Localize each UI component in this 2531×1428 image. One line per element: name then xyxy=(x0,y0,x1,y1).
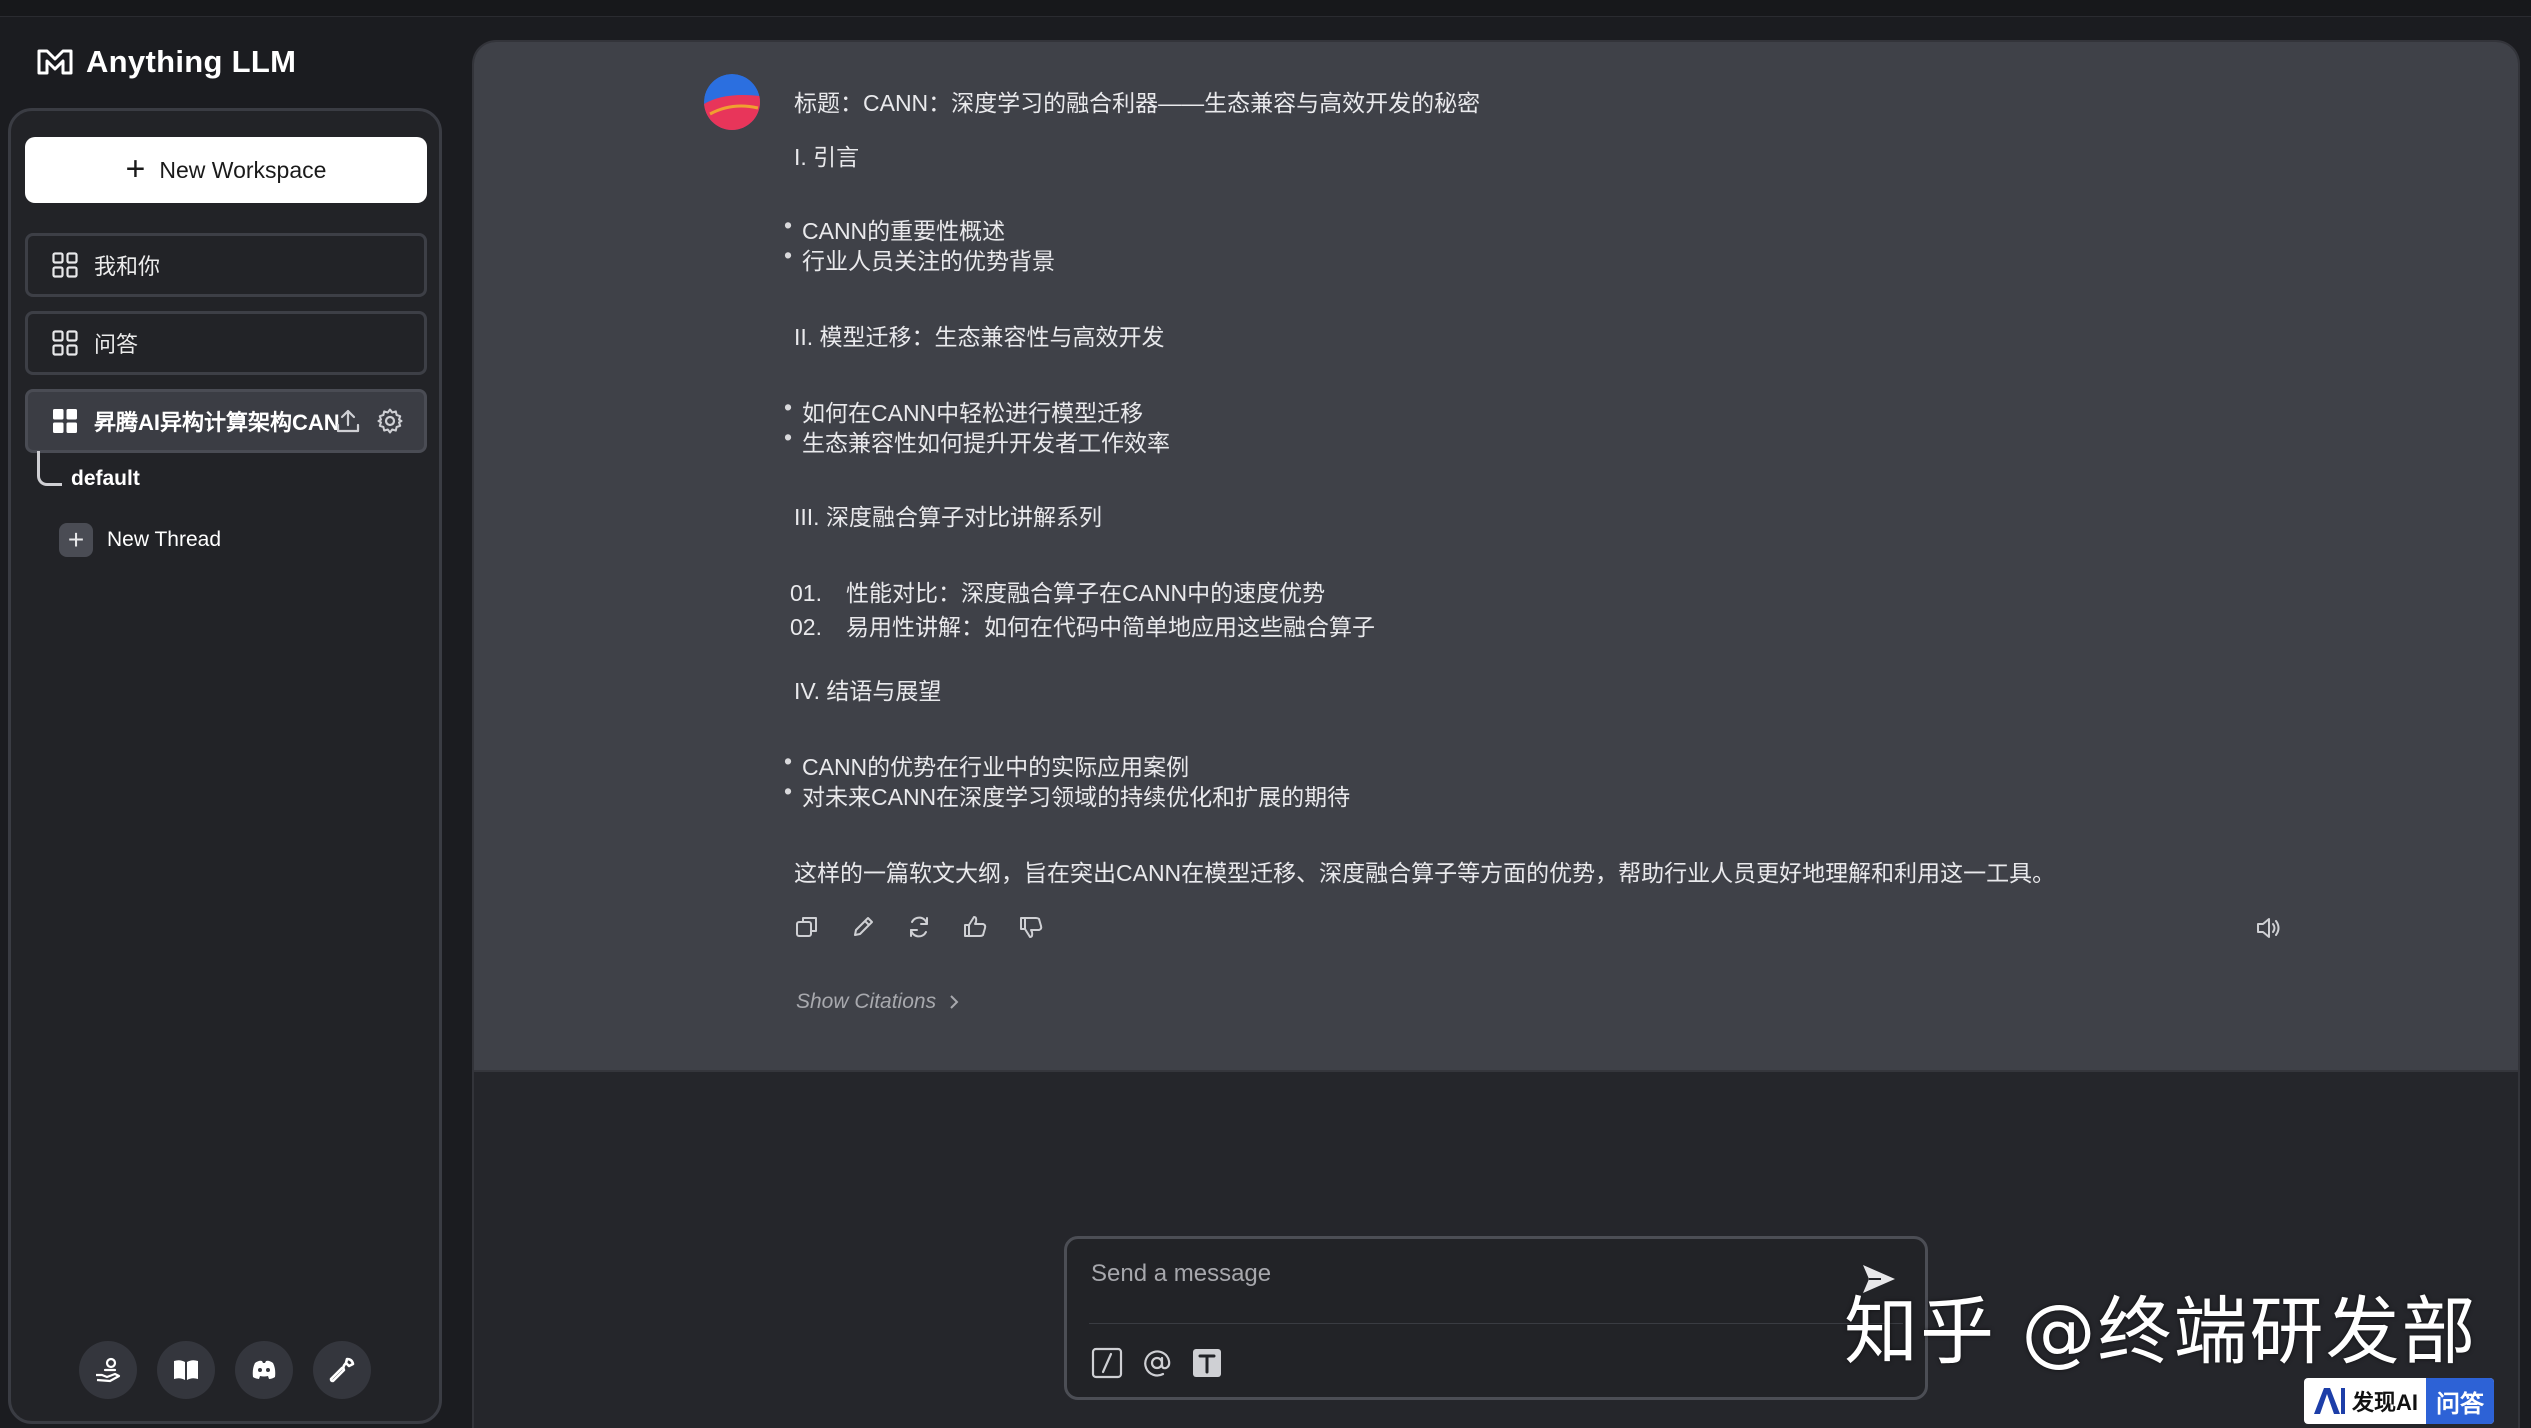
plus-icon: + xyxy=(59,523,93,557)
section-heading: I. 引言 xyxy=(794,144,860,170)
list-item: 如何在CANN中轻松进行模型迁移 xyxy=(784,394,1143,428)
workspace-label: 昇腾AI异构计算架构CAN xyxy=(94,410,340,435)
workspace-item-wenda[interactable]: 问答 xyxy=(25,311,427,375)
ai-logo-icon xyxy=(2314,1388,2345,1414)
plus-icon: + xyxy=(125,149,146,188)
thumbs-down-icon[interactable] xyxy=(1018,914,1044,940)
grid-icon xyxy=(52,252,78,278)
workspace-item-wohe[interactable]: 我和你 xyxy=(25,233,427,297)
docs-button[interactable] xyxy=(157,1341,215,1399)
top-bar xyxy=(0,0,2531,17)
list-item: 行业人员关注的优势背景 xyxy=(784,242,1055,276)
at-mention-icon[interactable] xyxy=(1141,1347,1173,1379)
workspace-item-ascend[interactable]: 昇腾AI异构计算架构CAN xyxy=(25,389,427,453)
thread-default[interactable]: default xyxy=(71,467,140,491)
message-actions xyxy=(794,914,1044,940)
text-size-icon[interactable] xyxy=(1191,1347,1223,1379)
list-item: 对未来CANN在深度学习领域的持续优化和扩展的期待 xyxy=(784,778,1350,812)
new-workspace-label: New Workspace xyxy=(159,156,327,183)
new-thread-button[interactable]: + New Thread xyxy=(59,523,221,557)
watermark-text: 知乎 @终端研发部 xyxy=(1844,1289,2478,1375)
copy-icon[interactable] xyxy=(794,914,820,940)
discord-icon xyxy=(252,1360,276,1379)
new-workspace-button[interactable]: + New Workspace xyxy=(25,137,427,203)
section-heading: IV. 结语与展望 xyxy=(794,678,942,704)
workspace-actions xyxy=(334,407,404,435)
workspace-label: 我和你 xyxy=(94,254,161,279)
site-badge: 发现AI 问答 xyxy=(2304,1378,2495,1424)
section-heading: III. 深度融合算子对比讲解系列 xyxy=(794,504,1102,530)
composer-divider xyxy=(1089,1323,1903,1324)
gear-icon[interactable] xyxy=(376,407,404,435)
new-thread-label: New Thread xyxy=(107,528,222,551)
sidebar-footer xyxy=(11,1341,439,1399)
item-number: 01. xyxy=(790,580,822,606)
edit-pencil-icon[interactable] xyxy=(850,914,876,940)
speaker-icon[interactable] xyxy=(2254,914,2282,942)
upload-icon[interactable] xyxy=(334,407,362,435)
item-text: 性能对比：深度融合算子在CANN中的速度优势 xyxy=(846,580,1326,606)
assistant-message: 标题：CANN：深度学习的融合利器——生态兼容与高效开发的秘密 I. 引言 CA… xyxy=(474,42,2518,1072)
settings-wrench-icon xyxy=(329,1357,355,1383)
numbered-item: 02. 易用性讲解：如何在代码中简单地应用这些融合算子 xyxy=(790,608,1375,642)
regenerate-icon[interactable] xyxy=(906,914,932,940)
docs-book-icon xyxy=(174,1360,198,1380)
section-heading: II. 模型迁移：生态兼容性与高效开发 xyxy=(794,324,1165,350)
thread-connector xyxy=(37,451,62,486)
community-hub-button[interactable] xyxy=(79,1341,137,1399)
settings-button[interactable] xyxy=(313,1341,371,1399)
logo-icon xyxy=(37,49,73,75)
thumbs-up-icon[interactable] xyxy=(962,914,988,940)
message-title: 标题：CANN：深度学习的融合利器——生态兼容与高效开发的秘密 xyxy=(794,90,1481,116)
badge-brand-text: 发现AI xyxy=(2352,1390,2419,1415)
discord-button[interactable] xyxy=(235,1341,293,1399)
item-text: 易用性讲解：如何在代码中简单地应用这些融合算子 xyxy=(846,614,1375,640)
summary-text: 这样的一篇软文大纲，旨在突出CANN在模型迁移、深度融合算子等方面的优势，帮助行… xyxy=(794,860,2056,886)
community-hub-icon xyxy=(96,1357,121,1383)
sidebar: + New Workspace 我和你 问答 昇腾AI异构计算架构CAN def… xyxy=(8,108,442,1424)
item-number: 02. xyxy=(790,614,822,640)
show-citations-label: Show Citations xyxy=(796,990,937,1013)
assistant-avatar xyxy=(704,74,760,130)
badge-qa: 问答 xyxy=(2426,1378,2495,1424)
composer-tools xyxy=(1091,1347,1223,1379)
message-composer xyxy=(1064,1236,1928,1400)
slash-command-icon[interactable] xyxy=(1091,1347,1123,1379)
chat-main: 标题：CANN：深度学习的融合利器——生态兼容与高效开发的秘密 I. 引言 CA… xyxy=(472,40,2520,1428)
grid-icon xyxy=(52,330,78,356)
numbered-item: 01. 性能对比：深度融合算子在CANN中的速度优势 xyxy=(790,574,1325,608)
grid-icon xyxy=(53,409,77,433)
workspace-label: 问答 xyxy=(94,332,139,357)
message-input[interactable] xyxy=(1089,1253,1833,1295)
app-logo: Anything LLM xyxy=(36,44,296,80)
list-item: CANN的重要性概述 xyxy=(784,212,1005,246)
list-item: 生态兼容性如何提升开发者工作效率 xyxy=(784,424,1170,458)
badge-brand: 发现AI xyxy=(2304,1385,2426,1417)
app-name: Anything LLM xyxy=(86,44,297,79)
chevron-right-icon xyxy=(950,995,959,1009)
list-item: CANN的优势在行业中的实际应用案例 xyxy=(784,748,1189,782)
show-citations-button[interactable]: Show Citations xyxy=(796,990,960,1014)
